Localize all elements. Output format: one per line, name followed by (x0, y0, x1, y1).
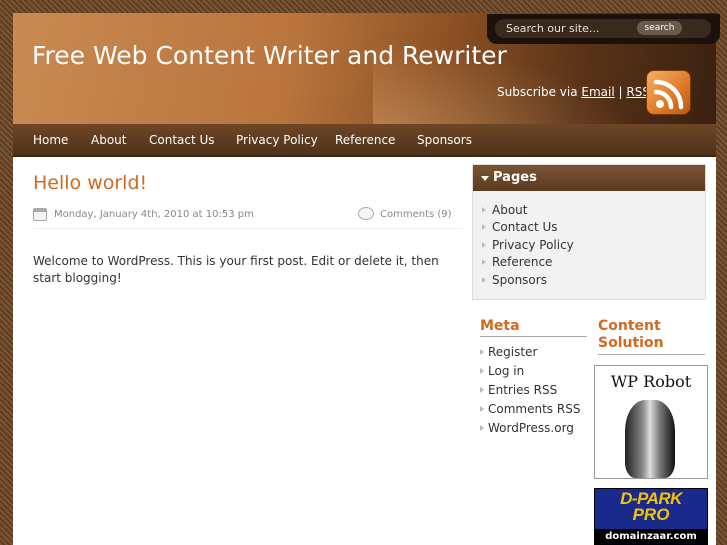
meta-item-comments-rss[interactable]: Comments RSS (479, 402, 580, 421)
triangle-down-icon (481, 176, 489, 181)
meta-item-register[interactable]: Register (479, 345, 580, 364)
content-solution-title: Content Solution (598, 318, 705, 355)
meta-widget-title: Meta (480, 318, 587, 337)
nav-item-reference[interactable]: Reference (335, 133, 395, 147)
subscribe-links: Subscribe via Email | RSS (497, 85, 650, 99)
nav-item-contact-us[interactable]: Contact Us (149, 133, 215, 147)
dpark-ad-line2: PRO (632, 505, 670, 524)
meta-list: Register Log in Entries RSS Comments RSS… (479, 345, 580, 440)
pages-item-sponsors[interactable]: Sponsors (481, 273, 574, 290)
wp-robot-ad-title: WP Robot (610, 372, 692, 391)
post-meta: Monday, January 4th, 2010 at 10:53 pm Co… (33, 203, 463, 229)
post-content: Welcome to WordPress. This is your first… (33, 254, 439, 285)
nav-item-sponsors[interactable]: Sponsors (417, 133, 472, 147)
calendar-icon (33, 208, 47, 221)
comment-bubble-icon (358, 207, 374, 220)
pages-item-about[interactable]: About (481, 203, 574, 220)
meta-item-entries-rss[interactable]: Entries RSS (479, 383, 580, 402)
subscribe-email-link[interactable]: Email (581, 85, 614, 99)
pages-item-reference[interactable]: Reference (481, 255, 574, 272)
post-title[interactable]: Hello world! (33, 172, 147, 194)
dpark-ad-domain: domainzaar.com (595, 529, 707, 544)
subscribe-label: Subscribe via (497, 85, 578, 99)
pages-item-privacy-policy[interactable]: Privacy Policy (481, 238, 574, 255)
meta-item-log-in[interactable]: Log in (479, 364, 580, 383)
pages-list: About Contact Us Privacy Policy Referenc… (481, 203, 574, 290)
main-nav: Home About Contact Us Privacy Policy Ref… (13, 124, 716, 157)
page-container: Free Web Content Writer and Rewriter sea… (13, 13, 720, 545)
site-title[interactable]: Free Web Content Writer and Rewriter (32, 41, 507, 70)
nav-item-about[interactable]: About (91, 133, 126, 147)
search-box: search (487, 14, 720, 44)
pages-widget-header: Pages (473, 165, 705, 191)
pages-widget-title: Pages (493, 170, 537, 185)
pages-item-contact-us[interactable]: Contact Us (481, 220, 574, 237)
site-header: Free Web Content Writer and Rewriter sea… (13, 13, 720, 124)
nav-item-privacy-policy[interactable]: Privacy Policy (236, 133, 318, 147)
subscribe-separator: | (618, 85, 623, 99)
comments-link[interactable]: Comments (9) (380, 209, 452, 220)
wp-robot-ad[interactable]: WP Robot (594, 365, 708, 479)
post-date: Monday, January 4th, 2010 at 10:53 pm (54, 209, 254, 220)
meta-item-wordpress-org[interactable]: WordPress.org (479, 421, 580, 440)
search-button[interactable]: search (637, 21, 682, 35)
rss-icon[interactable] (646, 70, 691, 115)
robot-figure-icon (625, 400, 675, 478)
pages-widget: Pages About Contact Us Privacy Policy Re… (472, 164, 706, 300)
dpark-pro-ad[interactable]: D-PARK PRO domainzaar.com (594, 488, 708, 545)
nav-item-home[interactable]: Home (33, 133, 68, 147)
